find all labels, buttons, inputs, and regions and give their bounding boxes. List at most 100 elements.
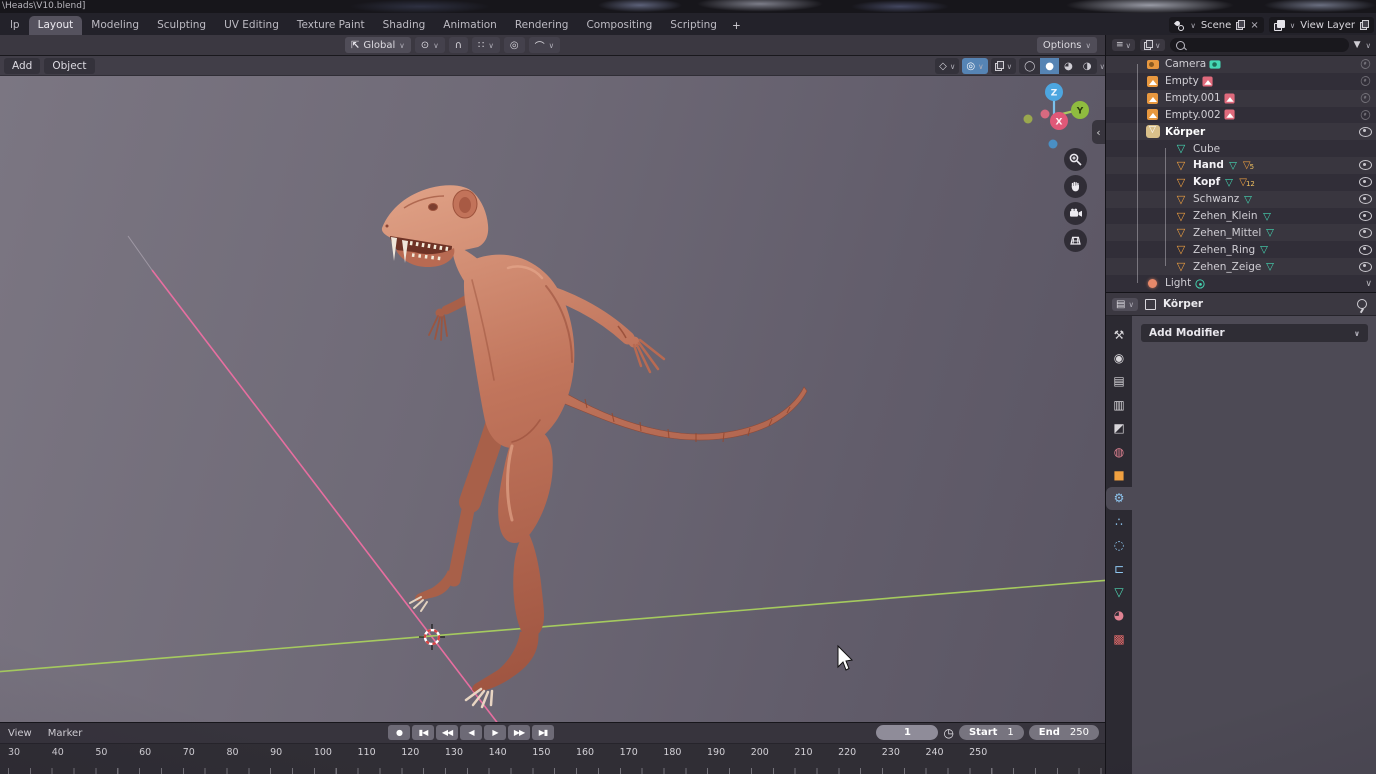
jump-to-start-button[interactable]: ▮◀ [412,725,434,740]
hide-viewport-eye-icon[interactable] [1359,245,1372,255]
hide-viewport-eye-icon[interactable] [1359,262,1372,272]
chevron-down-icon[interactable]: ∨ [1366,41,1372,50]
workspace-tab[interactable]: Animation [434,16,506,35]
workspace-tab[interactable]: UV Editing [215,16,288,35]
proportional-editing-toggle[interactable]: ◎ [504,37,525,53]
workspace-tab[interactable]: Sculpting [148,16,215,35]
workspace-tab[interactable]: Compositing [577,16,661,35]
viewport-menu[interactable]: Object [44,58,94,74]
next-keyframe-button[interactable]: ▶▶ [508,725,530,740]
snap-toggle[interactable]: ∩ [449,37,468,53]
outliner-row[interactable]: Hand 5 [1106,157,1376,174]
3d-viewport[interactable]: Z Y X [0,76,1105,722]
workspace-tab[interactable]: Rendering [506,16,578,35]
hide-viewport-eye-icon[interactable] [1359,211,1372,221]
hide-viewport-eye-icon[interactable] [1359,108,1372,121]
workspace-tab[interactable]: Shading [374,16,435,35]
camera-view-button[interactable] [1064,202,1087,225]
tab-material[interactable]: ◕ [1106,604,1132,627]
gizmo-axis-neg[interactable] [1024,115,1033,124]
outliner-row[interactable]: Zehen_Zeige [1106,258,1376,275]
add-modifier-button[interactable]: Add Modifier ∨ [1141,324,1368,342]
chevron-down-icon[interactable] [1365,277,1372,289]
sidebar-toggle[interactable] [1092,120,1105,144]
tab-object-data[interactable]: ▽ [1106,580,1132,603]
play-button[interactable]: ▶ [484,725,506,740]
outliner-row[interactable]: Schwanz [1106,191,1376,208]
prev-keyframe-button[interactable]: ◀◀ [436,725,458,740]
timeline-ruler[interactable]: 30 40 50 60 70 80 90 100 110 [0,743,1105,774]
auto-keyframe-button[interactable]: ● [388,725,410,740]
tab-scene[interactable]: ◩ [1106,417,1132,440]
window-title-bar[interactable]: \Heads\V10.blend] [0,0,1376,13]
outliner-row[interactable]: Camera [1106,56,1376,73]
view-layer-selector[interactable]: ∨ View Layer [1269,17,1374,33]
shading-material-preview[interactable]: ◕ [1059,58,1078,74]
end-frame-field[interactable]: End250 [1029,725,1099,740]
shading-rendered[interactable]: ◑ [1078,58,1097,74]
pivot-point-dropdown[interactable]: ⊙∨ [415,37,445,53]
search-input[interactable] [1190,39,1343,52]
filter-icon[interactable]: ▼ [1354,40,1361,50]
tab-constraints[interactable]: ⊏ [1106,557,1132,580]
outliner-row[interactable]: Zehen_Mittel [1106,224,1376,241]
timeline-menu[interactable]: View [8,728,32,739]
hide-viewport-eye-icon[interactable] [1359,160,1372,170]
hide-viewport-eye-icon[interactable] [1359,177,1372,187]
jump-to-end-button[interactable]: ▶▮ [532,725,554,740]
current-frame-field[interactable]: 1 [876,725,938,740]
navigation-gizmo[interactable]: Z Y X [1018,80,1096,154]
viewport-menu[interactable]: Add [4,58,40,74]
outliner-scope-dropdown[interactable]: ∨ [1140,39,1165,51]
outliner-row[interactable]: Light [1106,275,1376,292]
outliner-row[interactable]: Kopf 12 [1106,174,1376,191]
close-icon[interactable]: × [1250,20,1258,31]
tab-texture[interactable]: ▩ [1106,627,1132,650]
outliner-display-mode-dropdown[interactable]: ≡∨ [1112,39,1135,51]
stopwatch-icon[interactable]: ◷ [943,727,953,739]
workspace-tab[interactable]: Layout [29,16,83,35]
hide-viewport-eye-icon[interactable] [1359,194,1372,204]
workspace-tab[interactable]: lp [1,16,29,35]
zoom-button[interactable] [1064,148,1087,171]
gizmo-axis-neg[interactable] [1041,110,1050,119]
tab-tool[interactable]: ⚒ [1106,323,1132,346]
outliner-search[interactable] [1170,38,1349,52]
workspace-tab[interactable]: Texture Paint [288,16,374,35]
tab-object[interactable]: ■ [1106,463,1132,486]
scene-selector[interactable]: ∨ Scene × [1169,17,1263,33]
play-reverse-button[interactable]: ◀ [460,725,482,740]
tab-output[interactable]: ▤ [1106,370,1132,393]
outliner-row[interactable]: Cube [1106,140,1376,157]
orthographic-toggle-button[interactable] [1064,229,1087,252]
outliner-row[interactable]: Zehen_Klein [1106,208,1376,225]
outliner-row[interactable]: Empty [1106,73,1376,90]
outliner-row[interactable]: Körper [1106,123,1376,140]
xray-toggle[interactable]: ∨ [991,58,1017,74]
new-view-layer-icon[interactable] [1360,20,1369,30]
outliner-row[interactable]: Zehen_Ring [1106,241,1376,258]
hide-viewport-eye-icon[interactable] [1359,58,1372,71]
shading-wireframe[interactable]: ◯ [1019,58,1040,74]
editor-type-dropdown[interactable]: ▤∨ [1112,298,1138,311]
tab-physics[interactable]: ◌ [1106,534,1132,557]
options-dropdown[interactable]: Options∨ [1037,37,1097,53]
show-overlays-dropdown[interactable]: ◎∨ [962,58,987,74]
shading-solid[interactable]: ● [1040,58,1059,74]
hide-viewport-eye-icon[interactable] [1359,228,1372,238]
proportional-falloff-dropdown[interactable]: ⌒∨ [529,37,561,53]
tab-modifiers[interactable]: ⚙ [1106,487,1132,510]
show-gizmo-dropdown[interactable]: ◇∨ [935,58,959,74]
tab-particles[interactable]: ∴ [1106,510,1132,533]
workspace-tab[interactable]: + [726,17,747,35]
start-frame-field[interactable]: Start1 [959,725,1024,740]
hide-viewport-eye-icon[interactable] [1359,127,1372,137]
pan-hand-button[interactable] [1064,175,1087,198]
transform-orientation-dropdown[interactable]: ⇱ Global∨ [345,37,411,53]
timeline-menu[interactable]: Marker [48,728,83,739]
gizmo-axis-neg[interactable] [1049,140,1058,149]
new-scene-icon[interactable] [1236,20,1245,30]
snap-target-dropdown[interactable]: ∷∨ [472,37,500,53]
outliner-row[interactable]: Empty.002 [1106,107,1376,124]
tab-view-layer[interactable]: ▥ [1106,393,1132,416]
